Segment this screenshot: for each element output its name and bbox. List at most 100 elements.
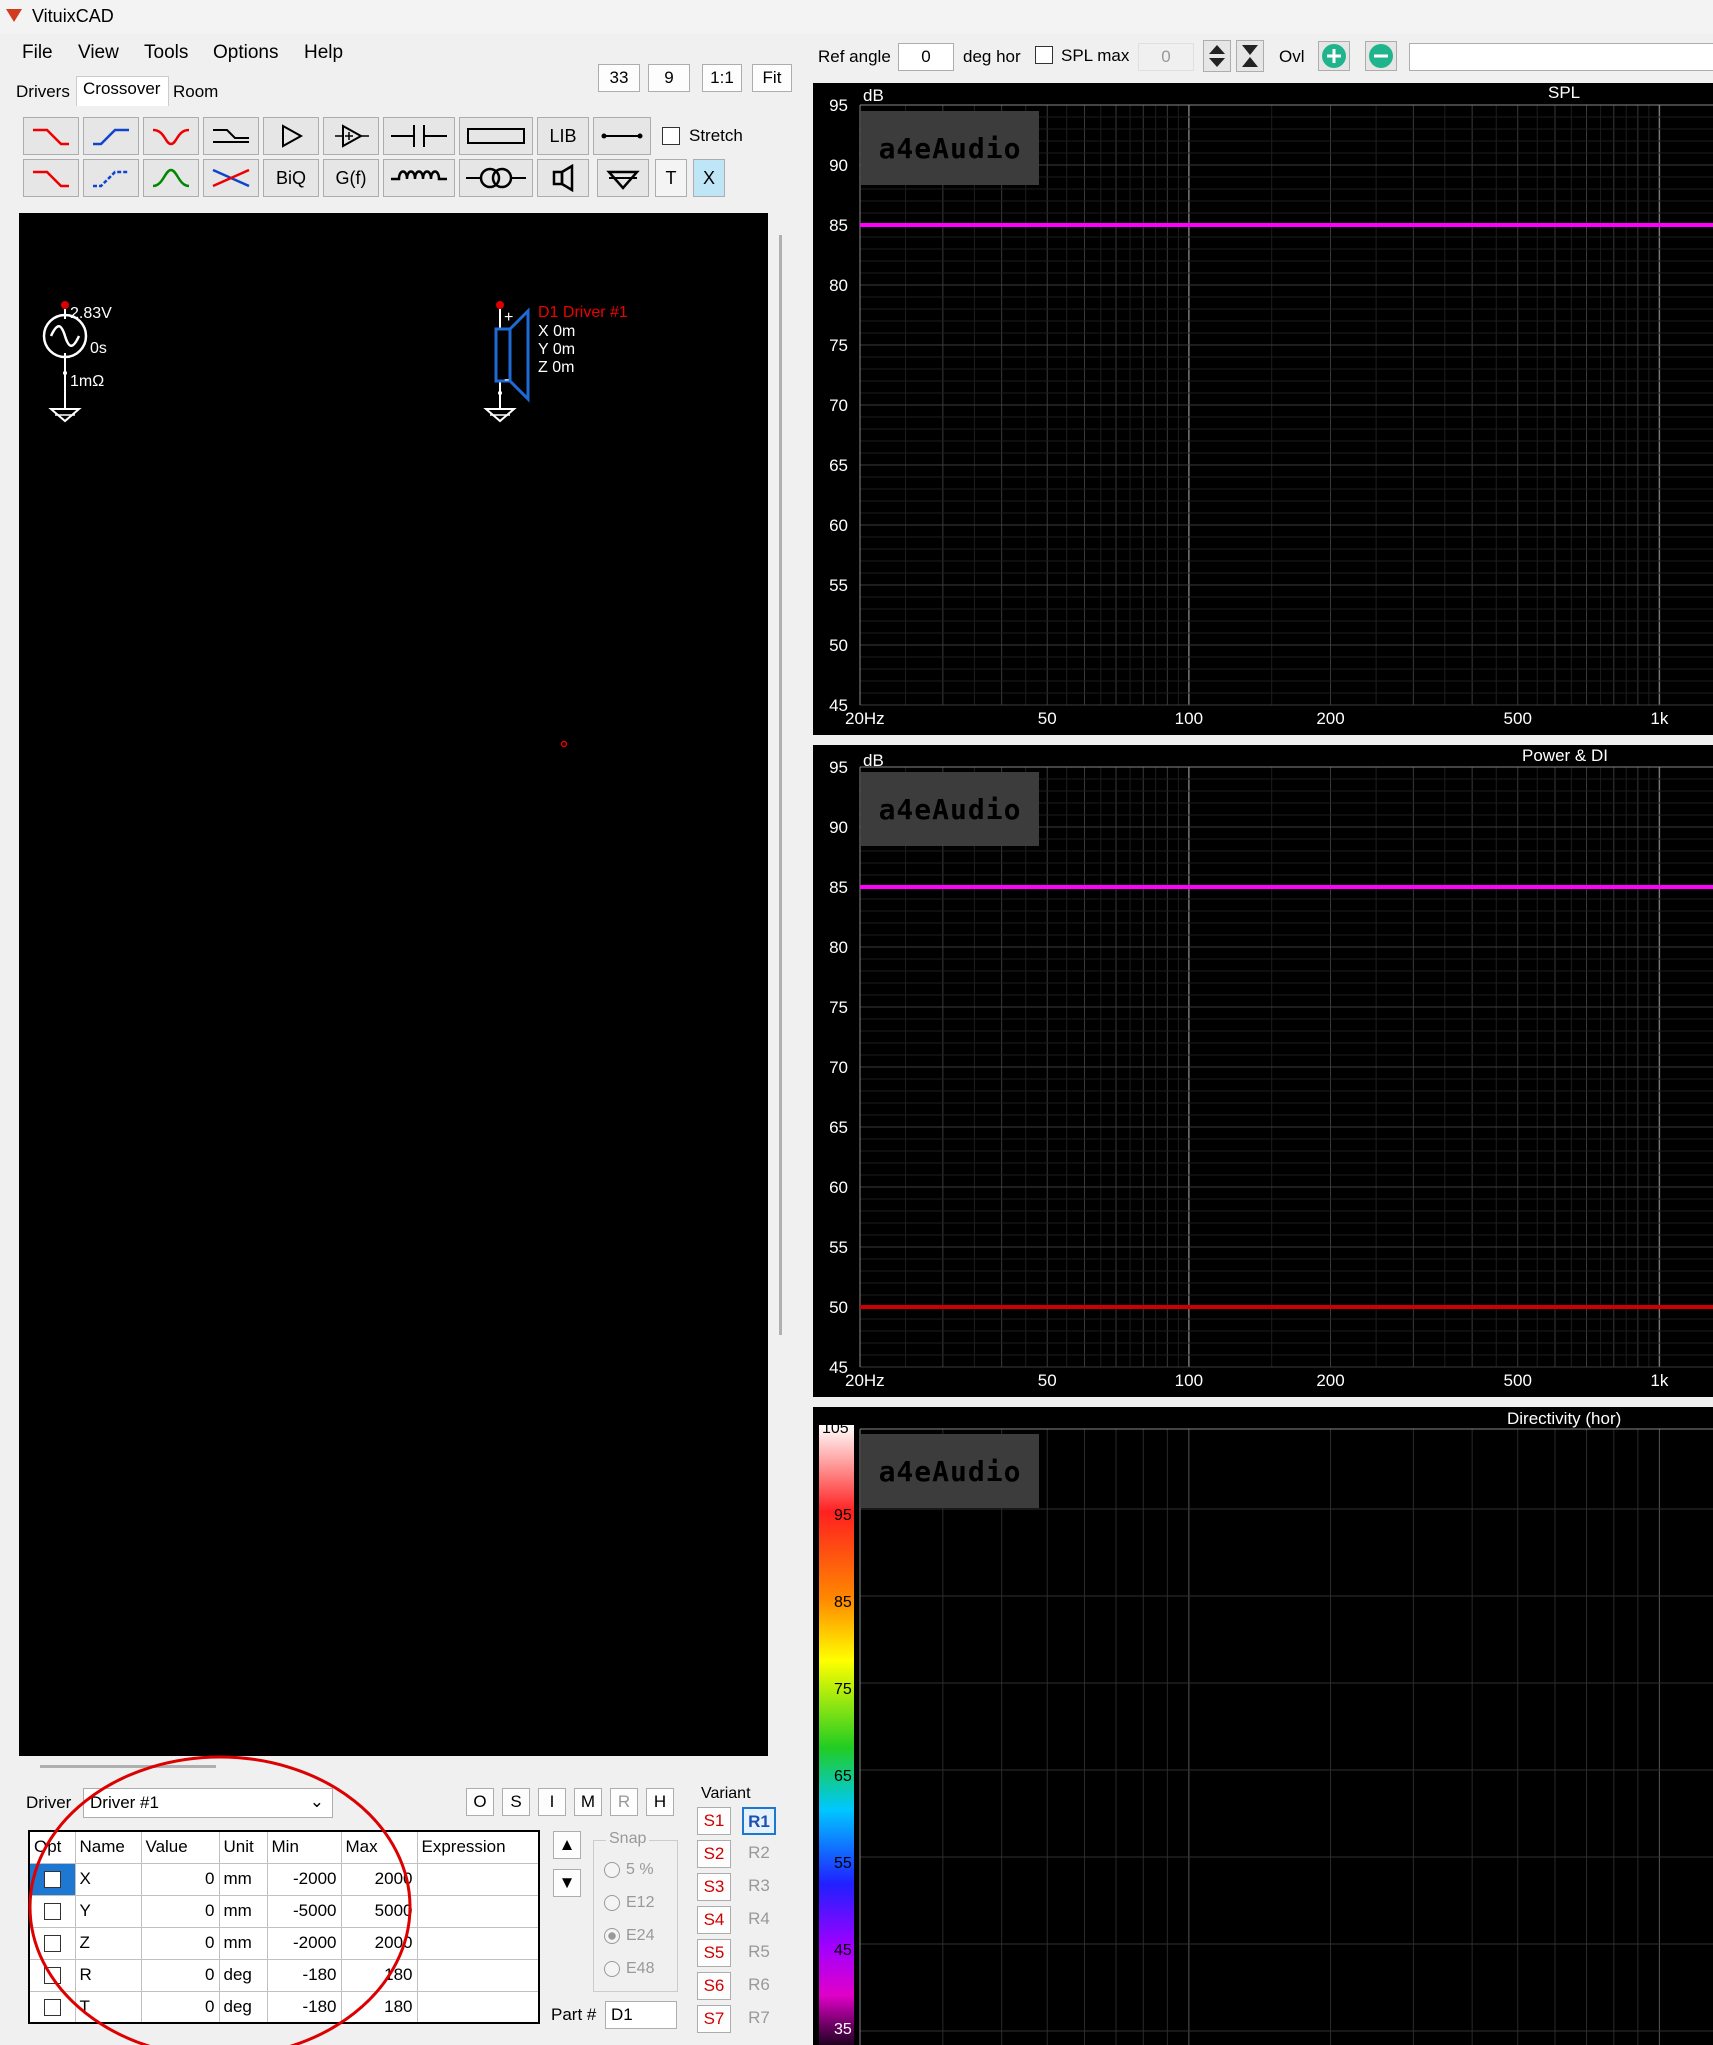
tab-crossover[interactable]: Crossover [76, 76, 170, 106]
zoom-33-button[interactable]: 33 [598, 64, 640, 92]
compress-vertical-icon [1242, 45, 1258, 67]
transformer-tool[interactable] [459, 159, 533, 197]
vertical-compress-button[interactable] [1236, 40, 1264, 72]
driver-tool[interactable] [537, 159, 589, 197]
shelf-icon [213, 129, 249, 143]
bandpass-tool[interactable] [143, 159, 199, 197]
tab-drivers[interactable]: Drivers [16, 80, 70, 106]
y-tick-label: 95 [829, 96, 848, 115]
wire-icon [601, 133, 643, 139]
capacitor-tool[interactable] [383, 117, 455, 155]
zoom-9-button[interactable]: 9 [648, 64, 690, 92]
snap-option[interactable]: E12 [604, 1894, 654, 1912]
text-tool[interactable]: T [655, 159, 687, 197]
snap-option[interactable]: 5 % [604, 1861, 654, 1879]
resistor-tool[interactable] [459, 117, 533, 155]
y-tick-label: 90 [829, 818, 848, 837]
x-tick-label: 1k [1650, 1371, 1668, 1390]
cross-tool[interactable]: X [693, 159, 725, 197]
zoom-fit-button[interactable]: Fit [752, 64, 792, 92]
notch-tool[interactable] [143, 117, 199, 155]
variant-s6-button[interactable]: S6 [697, 1972, 731, 2000]
param-expression[interactable] [416, 1894, 540, 1928]
menu-help[interactable]: Help [304, 42, 343, 64]
y-tick-label: 90 [829, 156, 848, 175]
variant-r3-button[interactable]: R3 [742, 1873, 776, 1901]
driver-s-button[interactable]: S [502, 1788, 530, 1816]
variant-s3-button[interactable]: S3 [697, 1873, 731, 1901]
driver-minus-label: - [504, 371, 510, 388]
buffer-tool[interactable] [263, 117, 319, 155]
menu-options[interactable]: Options [213, 42, 278, 64]
variant-r4-button[interactable]: R4 [742, 1906, 776, 1934]
buffer-icon [282, 124, 304, 148]
zoom-1to1-button[interactable]: 1:1 [702, 64, 742, 92]
param-expression[interactable] [416, 1862, 540, 1896]
shelf-tool[interactable] [203, 117, 259, 155]
param-expression[interactable] [416, 1990, 540, 2024]
power-di-graph-title: Power & DI [1522, 746, 1608, 765]
driver-o-button[interactable]: O [466, 1788, 494, 1816]
part-number-field[interactable]: D1 [605, 2001, 677, 2029]
param-expression[interactable] [416, 1958, 540, 1992]
variant-r6-button[interactable]: R6 [742, 1972, 776, 2000]
allpass-tool[interactable] [203, 159, 259, 197]
spl-max-checkbox[interactable] [1035, 46, 1053, 64]
variant-s7-button[interactable]: S7 [697, 2005, 731, 2033]
driver-h-button[interactable]: H [646, 1788, 674, 1816]
driver-name-label[interactable]: D1 Driver #1 [538, 304, 628, 322]
driver-r-button[interactable]: R [610, 1788, 638, 1816]
stretch-checkbox[interactable] [662, 127, 680, 145]
scale-label-95: 95 [834, 1507, 852, 1524]
highpass-2-tool[interactable] [83, 159, 139, 197]
y-tick-label: 65 [829, 456, 848, 475]
variant-r1-button[interactable]: R1 [742, 1807, 776, 1835]
inductor-tool[interactable] [383, 159, 455, 197]
schematic-canvas[interactable]: 2.83V 0s 1mΩ + - D1 Driver #1 X 0m Y 0m … [19, 213, 768, 1756]
biquad-tool[interactable]: BiQ [263, 159, 319, 197]
lowpass-1-tool[interactable] [23, 117, 79, 155]
spl-max-input[interactable]: 0 [1138, 43, 1194, 71]
x-tick-label: 50 [1038, 1371, 1057, 1390]
driver-m-button[interactable]: M [574, 1788, 602, 1816]
wire-tool[interactable] [593, 117, 651, 155]
a4eaudio-logo: a4eAudio [861, 772, 1039, 846]
variant-r7-button[interactable]: R7 [742, 2005, 776, 2033]
ref-angle-input[interactable]: 0 [898, 43, 954, 71]
param-expression[interactable] [416, 1926, 540, 1960]
opamp-tool[interactable] [323, 117, 379, 155]
overlay-input[interactable] [1409, 43, 1713, 71]
ground-tool[interactable] [597, 159, 649, 197]
zoom-in-button[interactable] [1318, 41, 1350, 71]
transfer-function-tool[interactable]: G(f) [323, 159, 379, 197]
tab-room[interactable]: Room [173, 80, 218, 106]
vertical-expand-button[interactable] [1203, 40, 1231, 72]
menu-file[interactable]: File [22, 42, 53, 64]
move-up-button[interactable]: ▲ [553, 1831, 581, 1859]
ovl-label: Ovl [1279, 47, 1305, 66]
highpass-1-tool[interactable] [83, 117, 139, 155]
scale-label-35: 35 [834, 2021, 852, 2038]
driver-i-button[interactable]: I [538, 1788, 566, 1816]
zoom-out-button[interactable] [1365, 41, 1397, 71]
move-down-button[interactable]: ▼ [553, 1869, 581, 1897]
power-di-graph-panel[interactable]: 95 90 85 80 75 70 65 60 55 50 45 20Hz 50 100 200 500 1k … [813, 745, 1713, 1397]
lowpass-2-tool[interactable] [23, 159, 79, 197]
schematic-vertical-scrollbar[interactable] [779, 235, 782, 1335]
variant-r2-button[interactable]: R2 [742, 1840, 776, 1868]
snap-option[interactable]: E24 [604, 1927, 654, 1945]
library-tool[interactable]: LIB [537, 117, 589, 155]
variant-r5-button[interactable]: R5 [742, 1939, 776, 1967]
snap-option[interactable]: E48 [604, 1960, 654, 1978]
snap-label: Snap [606, 1830, 650, 1848]
spl-graph-panel[interactable]: 95 90 85 80 75 70 65 60 55 50 45 20Hz 50 100 200 500 1k … [813, 83, 1713, 735]
variant-s1-button[interactable]: S1 [697, 1807, 731, 1835]
variant-s2-button[interactable]: S2 [697, 1840, 731, 1868]
menu-tools[interactable]: Tools [144, 42, 188, 64]
y-tick-label: 85 [829, 216, 848, 235]
variant-s5-button[interactable]: S5 [697, 1939, 731, 1967]
stretch-label: Stretch [689, 126, 743, 145]
directivity-graph-panel[interactable]: a4eAudio Directivity (hor) 105 95 85 75 … [813, 1407, 1713, 2045]
variant-s4-button[interactable]: S4 [697, 1906, 731, 1934]
menu-view[interactable]: View [78, 42, 119, 64]
